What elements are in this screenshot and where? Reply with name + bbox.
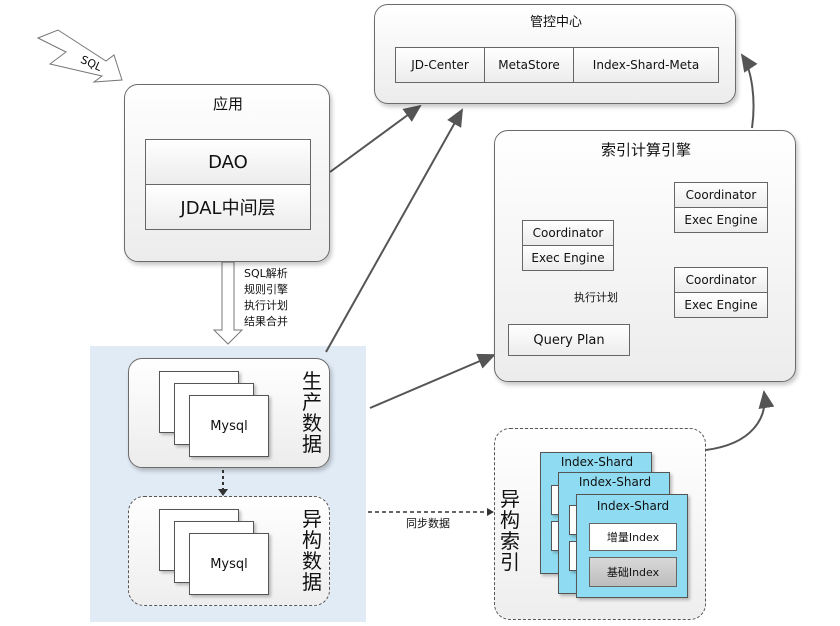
hetero-label-char: 数 <box>302 549 322 573</box>
exec-engine-left: Exec Engine <box>522 245 614 271</box>
index-label-char: 构 <box>500 508 520 532</box>
hetero-label-char: 构 <box>302 528 322 552</box>
incremental-index: 增量Index <box>589 523 677 551</box>
app-box: 应用 DAO JDAL中间层 <box>124 84 330 262</box>
shard-title: Index-Shard <box>596 499 670 513</box>
step-result-merge: 结果合并 <box>244 315 288 328</box>
prod-label-char: 产 <box>302 390 322 414</box>
coordinator-right-bottom: Coordinator <box>674 267 768 293</box>
prod-db-card: Mysql <box>189 395 269 457</box>
engine-title: 索引计算引擎 <box>600 141 691 159</box>
engine-to-control-arrow <box>740 53 758 129</box>
base-index: 基础Index <box>589 557 677 587</box>
step-rule-engine: 规则引擎 <box>244 283 288 296</box>
control-center: 管控中心 JD-Center MetaStore Index-Shard-Met… <box>374 4 736 104</box>
exec-engine-right-top: Exec Engine <box>674 207 768 233</box>
hetero-label-char: 异 <box>302 507 322 531</box>
coordinator-right-top: Coordinator <box>674 182 768 208</box>
engine-plan-label: 执行计划 <box>574 291 618 304</box>
query-plan-cell: Query Plan <box>508 324 630 356</box>
app-title: 应用 <box>212 95 243 113</box>
index-shard-front: Index-Shard 增量Index 基础Index <box>576 494 688 598</box>
coordinator-left: Coordinator <box>522 220 614 246</box>
control-center-title: 管控中心 <box>529 15 582 30</box>
app-down-arrow <box>212 261 244 345</box>
prod-data-label: 生 产 数 据 <box>299 371 325 455</box>
control-cell-jd-center: JD-Center <box>395 47 485 83</box>
hetero-data-label: 异 构 数 据 <box>299 509 325 593</box>
step-sql-parse: SQL解析 <box>244 267 288 280</box>
sync-label: 同步数据 <box>406 517 450 530</box>
sql-input-arrow <box>36 29 123 83</box>
processing-steps: SQL解析 规则引擎 执行计划 结果合并 <box>244 266 288 330</box>
index-to-engine-arrow <box>705 390 775 451</box>
hetero-data-box: Mysql 异 构 数 据 <box>128 496 330 606</box>
prod-label-char: 数 <box>302 411 322 435</box>
prod-label-char: 据 <box>302 432 322 456</box>
prod-to-control-arrow <box>325 108 463 353</box>
index-label-char: 异 <box>500 487 520 511</box>
prod-label-char: 生 <box>302 369 322 393</box>
app-to-control-arrow <box>329 104 422 173</box>
step-exec-plan: 执行计划 <box>244 299 288 312</box>
jdal-cell: JDAL中间层 <box>145 184 311 230</box>
hetero-index-label: 异 构 索 引 <box>497 489 523 573</box>
dao-cell: DAO <box>145 139 311 185</box>
hetero-db-card: Mysql <box>189 533 269 595</box>
index-label-char: 索 <box>500 529 520 553</box>
index-label-char: 引 <box>500 550 520 574</box>
prod-data-box: Mysql 生 产 数 据 <box>128 358 330 468</box>
shard-title: Index-Shard <box>560 455 634 469</box>
hetero-label-char: 据 <box>302 570 322 594</box>
prod-db-label: Mysql <box>210 418 248 434</box>
hetero-db-label: Mysql <box>210 556 248 572</box>
control-cell-index-shard-meta: Index-Shard-Meta <box>573 47 719 83</box>
prod-to-engine-arrow <box>369 353 496 409</box>
control-cell-metastore: MetaStore <box>484 47 574 83</box>
exec-engine-right-bottom: Exec Engine <box>674 292 768 318</box>
shard-title: Index-Shard <box>578 475 652 489</box>
